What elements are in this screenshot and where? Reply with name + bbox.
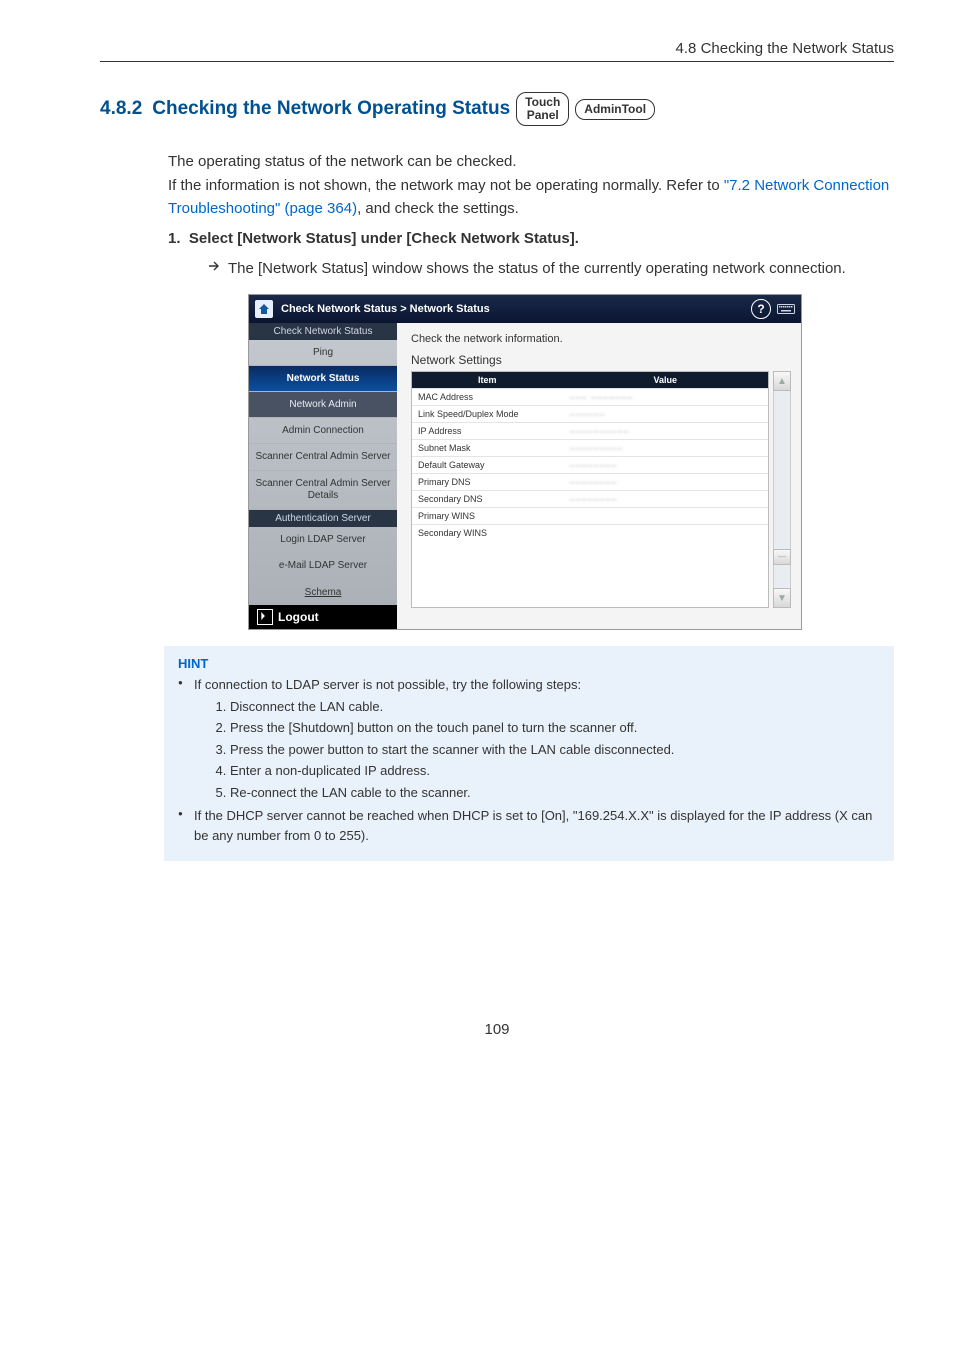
- cell-value: [563, 525, 768, 541]
- table-row: Default Gateway––––––––: [412, 456, 768, 473]
- section-title: Checking the Network Operating Status: [152, 98, 510, 120]
- paragraph-text: If the information is not shown, the net…: [168, 177, 724, 194]
- cell-value: [563, 508, 768, 524]
- sidebar: Check Network Status Ping Network Status…: [249, 323, 397, 629]
- table-row: Primary WINS: [412, 507, 768, 524]
- sidebar-item-network-admin[interactable]: Network Admin: [249, 392, 397, 418]
- cell-value: ––––––––: [563, 474, 768, 490]
- table-row: Secondary WINS: [412, 524, 768, 541]
- cell-value: ––––––––: [563, 491, 768, 507]
- hint-heading: HINT: [178, 656, 880, 671]
- section-number: 4.8.2: [100, 98, 142, 120]
- network-status-window: Check Network Status > Network Status ? …: [248, 294, 802, 630]
- sidebar-group-check-network-status: Check Network Status: [249, 323, 397, 340]
- sidebar-item-ping[interactable]: Ping: [249, 340, 397, 366]
- paragraph-text: , and check the settings.: [357, 200, 519, 217]
- content-area: Check the network information. Network S…: [397, 323, 801, 629]
- hint-bullet-text: If connection to LDAP server is not poss…: [194, 677, 581, 692]
- scroll-track[interactable]: [773, 565, 791, 589]
- result-text: The [Network Status] window shows the st…: [228, 257, 846, 280]
- logout-label: Logout: [278, 610, 319, 624]
- paragraph: The operating status of the network can …: [168, 150, 894, 173]
- titlebar: Check Network Status > Network Status ?: [249, 295, 801, 323]
- cell-item: Primary WINS: [412, 508, 563, 524]
- cell-value: ––––––: [563, 406, 768, 422]
- sidebar-group-authentication-server: Authentication Server: [249, 510, 397, 527]
- sidebar-item-scanner-central-admin-server-details[interactable]: Scanner Central Admin Server Details: [249, 471, 397, 510]
- step-result: The [Network Status] window shows the st…: [208, 257, 894, 280]
- sidebar-item-network-status[interactable]: Network Status: [249, 366, 397, 392]
- content-subhead: Network Settings: [411, 353, 791, 367]
- logout-icon: [257, 609, 273, 625]
- scroll-up-icon[interactable]: ▲: [773, 371, 791, 391]
- help-icon[interactable]: ?: [751, 299, 771, 319]
- sidebar-item-login-ldap[interactable]: Login LDAP Server: [249, 527, 397, 553]
- scroll-mid-icon[interactable]: —: [773, 549, 791, 565]
- body-paragraphs: The operating status of the network can …: [168, 150, 894, 220]
- step-number: 1.: [168, 230, 181, 247]
- scroll-down-icon[interactable]: ▼: [773, 588, 791, 608]
- cell-item: Link Speed/Duplex Mode: [412, 406, 563, 422]
- table-header-value: Value: [562, 372, 768, 388]
- hint-step: Press the [Shutdown] button on the touch…: [230, 718, 880, 738]
- hint-step: Press the power button to start the scan…: [230, 740, 880, 760]
- cell-value: –––––––––: [563, 440, 768, 456]
- sidebar-item-schema[interactable]: Schema: [249, 580, 397, 605]
- cell-item: MAC Address: [412, 389, 563, 405]
- badge-line: Panel: [525, 109, 560, 122]
- table-row: MAC Address––– –––––––: [412, 388, 768, 405]
- content-message: Check the network information.: [411, 333, 791, 345]
- cell-item: Default Gateway: [412, 457, 563, 473]
- sidebar-item-scanner-central-admin-server[interactable]: Scanner Central Admin Server: [249, 444, 397, 471]
- logout-button[interactable]: Logout: [249, 605, 397, 629]
- section-heading: 4.8.2 Checking the Network Operating Sta…: [100, 92, 894, 126]
- header-rule: [100, 61, 894, 62]
- cell-item: Secondary DNS: [412, 491, 563, 507]
- cell-item: Subnet Mask: [412, 440, 563, 456]
- table-row: Subnet Mask–––––––––: [412, 439, 768, 456]
- keyboard-icon[interactable]: [777, 302, 795, 316]
- table-header-item: Item: [412, 372, 562, 388]
- home-icon[interactable]: [255, 300, 273, 318]
- scroll-track[interactable]: [773, 391, 791, 548]
- cell-item: IP Address: [412, 423, 563, 439]
- page-number: 109: [100, 1021, 894, 1038]
- cell-value: ––– –––––––: [563, 389, 768, 405]
- cell-value: ––––––––: [563, 457, 768, 473]
- table-row: Secondary DNS––––––––: [412, 490, 768, 507]
- page-header: 4.8 Checking the Network Status: [100, 40, 894, 57]
- step-text: Select [Network Status] under [Check Net…: [189, 230, 579, 247]
- breadcrumb: Check Network Status > Network Status: [281, 303, 490, 315]
- cell-item: Primary DNS: [412, 474, 563, 490]
- hint-step: Enter a non-duplicated IP address.: [230, 761, 880, 781]
- table-row: Primary DNS––––––––: [412, 473, 768, 490]
- cell-value: ––––––––––: [563, 423, 768, 439]
- paragraph: If the information is not shown, the net…: [168, 174, 894, 221]
- sidebar-item-admin-connection[interactable]: Admin Connection: [249, 418, 397, 444]
- step-1: 1. Select [Network Status] under [Check …: [168, 230, 894, 247]
- touch-panel-badge: Touch Panel: [516, 92, 569, 126]
- table-scrollbar[interactable]: ▲ — ▼: [773, 371, 791, 608]
- network-settings-table: Item Value MAC Address––– ––––––– Link S…: [411, 371, 769, 608]
- admintool-badge: AdminTool: [575, 99, 655, 120]
- cell-item: Secondary WINS: [412, 525, 563, 541]
- hint-step: Disconnect the LAN cable.: [230, 697, 880, 717]
- hint-step: Re-connect the LAN cable to the scanner.: [230, 783, 880, 803]
- table-row: IP Address––––––––––: [412, 422, 768, 439]
- table-row: Link Speed/Duplex Mode––––––: [412, 405, 768, 422]
- sidebar-item-email-ldap[interactable]: e-Mail LDAP Server: [249, 553, 397, 580]
- result-arrow-icon: [208, 257, 222, 280]
- hint-bullet: If connection to LDAP server is not poss…: [178, 675, 880, 802]
- hint-bullet: If the DHCP server cannot be reached whe…: [178, 806, 880, 845]
- hint-box: HINT If connection to LDAP server is not…: [164, 646, 894, 861]
